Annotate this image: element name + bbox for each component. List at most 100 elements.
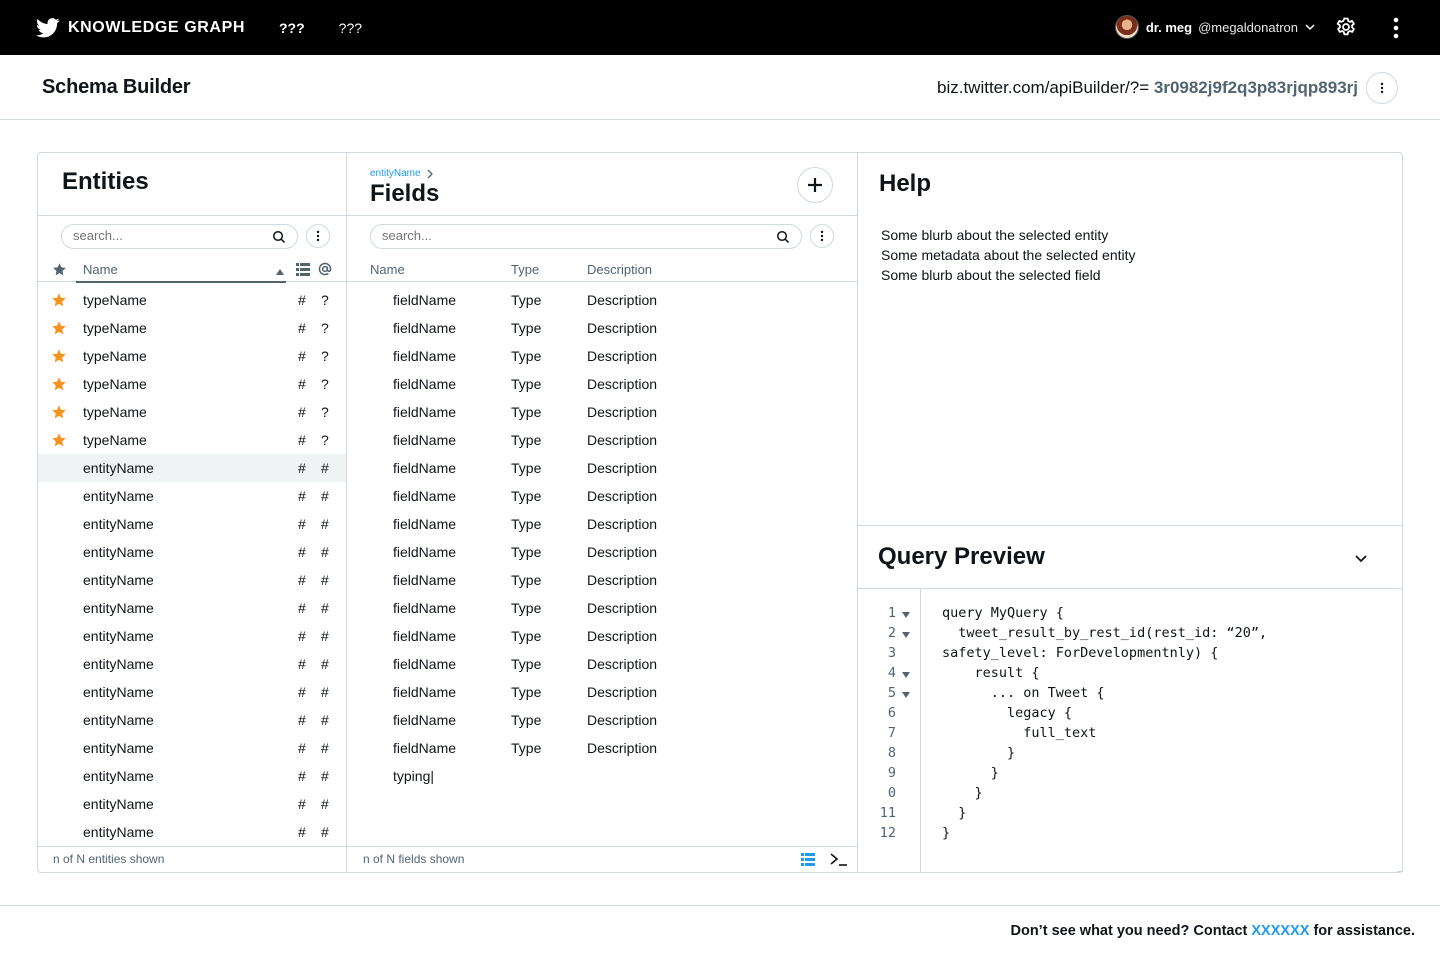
field-row[interactable]: fieldName Type Description — [347, 370, 857, 398]
terminal-icon[interactable] — [830, 853, 848, 866]
field-row[interactable]: fieldName Type Description — [347, 454, 857, 482]
entity-row[interactable]: typeName #? — [38, 398, 346, 426]
fields-search[interactable] — [370, 224, 802, 249]
fold-toggle-icon[interactable] — [901, 610, 911, 620]
field-row[interactable]: fieldName Type Description — [347, 650, 857, 678]
user-name: dr. meg — [1145, 19, 1193, 35]
line-number: 1 — [887, 605, 896, 621]
star-icon[interactable] — [51, 404, 67, 420]
entity-name: typeName — [83, 432, 147, 448]
star-icon[interactable] — [51, 292, 67, 308]
field-type: Type — [511, 740, 542, 756]
field-row[interactable]: fieldName Type Description — [347, 398, 857, 426]
entity-row[interactable]: typeName #? — [38, 286, 346, 314]
user-menu[interactable]: dr. meg @megaldonatron — [1114, 15, 1316, 39]
entities-search[interactable] — [61, 224, 298, 249]
at-sign-icon[interactable] — [318, 262, 332, 276]
star-column-icon[interactable] — [52, 262, 67, 277]
entity-row[interactable]: entityName # # — [38, 482, 346, 510]
entity-row[interactable]: entityName # # — [38, 678, 346, 706]
field-row[interactable]: fieldName Type Description — [347, 426, 857, 454]
nav-link-2[interactable]: ??? — [339, 20, 362, 36]
fields-search-input[interactable] — [382, 228, 562, 243]
entity-row[interactable]: entityName # # — [38, 706, 346, 734]
table-view-icon[interactable] — [801, 853, 815, 866]
field-row[interactable]: fieldName Type Description — [347, 314, 857, 342]
star-icon[interactable] — [51, 376, 67, 392]
field-row[interactable]: fieldName Type Description — [347, 286, 857, 314]
search-icon[interactable] — [272, 230, 286, 244]
entity-row[interactable]: typeName #? — [38, 370, 346, 398]
field-row[interactable]: fieldName Type Description — [347, 706, 857, 734]
field-row[interactable]: fieldName Type Description — [347, 566, 857, 594]
contact-link[interactable]: XXXXXX — [1251, 923, 1309, 939]
star-icon[interactable] — [51, 432, 67, 448]
code-line: result { — [942, 665, 1040, 681]
field-name: fieldName — [393, 600, 457, 616]
field-row[interactable]: fieldName Type Description — [347, 342, 857, 370]
entity-row[interactable]: typeName #? — [38, 314, 346, 342]
field-row[interactable]: fieldName Type Description — [347, 482, 857, 510]
entity-row[interactable]: entityName # # — [38, 762, 346, 790]
field-row[interactable]: fieldName Type Description — [347, 734, 857, 762]
entities-search-input[interactable] — [73, 228, 253, 243]
query-preview-title: Query Preview — [878, 543, 1045, 570]
field-row[interactable]: fieldName Type Description — [347, 622, 857, 650]
entity-row[interactable]: entityName # # — [38, 622, 346, 650]
query-preview-header[interactable]: Query Preview — [858, 525, 1403, 589]
add-field-button[interactable] — [797, 167, 833, 203]
query-code-editor[interactable]: 1 2 3 4 5 6 7 8 9 0 11 12 query MyQuery { tweet_res… — [858, 589, 1403, 872]
entity-row[interactable]: entityName # # — [38, 566, 346, 594]
fold-toggle-icon[interactable] — [901, 690, 911, 700]
field-description-header[interactable]: Description — [587, 262, 652, 277]
star-icon[interactable] — [51, 348, 67, 364]
entity-count-2: # — [321, 600, 329, 616]
entity-count-2: # — [321, 488, 329, 504]
entity-row[interactable]: entityName # # — [38, 818, 346, 846]
field-type: Type — [511, 292, 542, 308]
search-icon[interactable] — [776, 230, 790, 244]
new-field-input-row[interactable]: typing| — [347, 762, 857, 790]
field-description: Description — [587, 656, 658, 672]
fields-more-button[interactable] — [810, 224, 834, 248]
field-row[interactable]: fieldName Type Description — [347, 538, 857, 566]
entity-row[interactable]: entityName # # — [38, 538, 346, 566]
entity-row[interactable]: entityName # # — [38, 594, 346, 622]
fold-toggle-icon[interactable] — [901, 670, 911, 680]
code-line: } — [942, 765, 999, 781]
field-row[interactable]: fieldName Type Description — [347, 594, 857, 622]
brand[interactable]: KNOWLEDGE GRAPH — [36, 17, 245, 38]
star-icon[interactable] — [51, 320, 67, 336]
new-field-input[interactable]: typing| — [393, 768, 434, 784]
breadcrumb-entity[interactable]: entityName — [370, 168, 421, 179]
entity-count-1: # — [298, 348, 306, 364]
chevron-down-icon[interactable] — [1353, 550, 1369, 566]
table-icon[interactable] — [296, 263, 310, 276]
entity-row[interactable]: entityName # # — [38, 734, 346, 762]
field-row[interactable]: fieldName Type Description — [347, 510, 857, 538]
header-more-button[interactable] — [1366, 72, 1398, 104]
field-description: Description — [587, 712, 658, 728]
nav-link-1[interactable]: ??? — [279, 20, 305, 36]
field-row[interactable]: fieldName Type Description — [347, 678, 857, 706]
field-type-header[interactable]: Type — [511, 262, 539, 277]
fold-toggle-icon[interactable] — [901, 630, 911, 640]
field-description: Description — [587, 628, 658, 644]
entity-row[interactable]: entityName # # — [38, 790, 346, 818]
entities-more-button[interactable] — [306, 224, 330, 248]
share-url[interactable]: biz.twitter.com/apiBuilder/?= 3r0982j9f2… — [937, 78, 1358, 98]
entity-row[interactable]: entityName # # — [38, 454, 346, 482]
field-name-header[interactable]: Name — [370, 262, 405, 277]
entity-row[interactable]: typeName #? — [38, 426, 346, 454]
entity-row[interactable]: entityName # # — [38, 650, 346, 678]
gear-icon[interactable] — [1334, 16, 1358, 40]
name-column-header[interactable]: Name — [83, 262, 118, 277]
breadcrumb[interactable]: entityName — [370, 168, 434, 179]
more-vertical-icon[interactable] — [1386, 16, 1406, 40]
more-vertical-icon — [1380, 82, 1384, 94]
entity-row[interactable]: typeName #? — [38, 342, 346, 370]
entity-count-1: # — [298, 600, 306, 616]
entity-row[interactable]: entityName # # — [38, 510, 346, 538]
entity-name: entityName — [83, 712, 154, 728]
sort-ascending-icon[interactable] — [276, 269, 284, 275]
